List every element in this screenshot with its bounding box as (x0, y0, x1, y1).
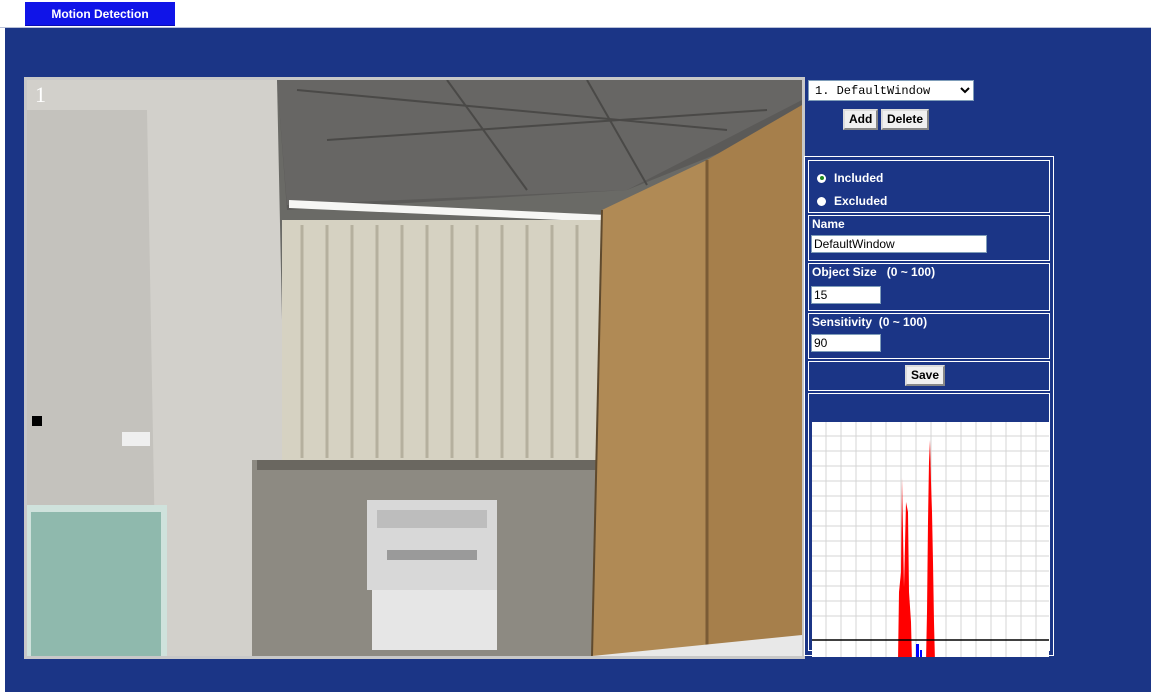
tab-motion-detection[interactable]: Motion Detection (25, 2, 175, 26)
sensitivity-cell: Sensitivity (0 ~ 100) (808, 313, 1050, 359)
excluded-label: Excluded (834, 194, 888, 208)
radio-included-icon[interactable] (817, 173, 826, 183)
object-size-label: Object Size (0 ~ 100) (812, 265, 935, 279)
sensitivity-range: (0 ~ 100) (878, 315, 928, 329)
camera-number-label: 1 (35, 82, 46, 107)
mode-cell: Included Excluded (808, 160, 1050, 213)
radio-excluded-icon[interactable] (817, 196, 826, 206)
included-label: Included (834, 171, 884, 185)
camera-image (27, 80, 802, 656)
window-select[interactable]: 1. DefaultWindow (808, 80, 974, 101)
delete-button[interactable]: Delete (881, 109, 930, 130)
resize-handle[interactable] (32, 416, 42, 426)
save-button[interactable]: Save (905, 365, 946, 386)
object-size-cell: Object Size (0 ~ 100) (808, 263, 1050, 311)
sensitivity-input[interactable] (811, 334, 881, 352)
excluded-option[interactable]: Excluded (817, 194, 887, 208)
object-size-title: Object Size (812, 265, 877, 279)
save-cell: Save (808, 361, 1050, 391)
name-input[interactable] (811, 235, 987, 253)
sensitivity-label: Sensitivity (0 ~ 100) (812, 315, 927, 329)
motion-level-graph (812, 422, 1049, 692)
main-panel: 1 1. DefaultWindow Add Delete Included E… (5, 28, 1151, 692)
motion-level-chart (812, 422, 1049, 692)
name-cell: Name (808, 215, 1050, 261)
included-option[interactable]: Included (817, 171, 883, 185)
name-label: Name (812, 217, 845, 231)
camera-video-view[interactable]: 1 (24, 77, 805, 659)
add-button[interactable]: Add (843, 109, 879, 130)
object-size-input[interactable] (811, 286, 881, 304)
object-size-range: (0 ~ 100) (886, 265, 936, 279)
sensitivity-title: Sensitivity (812, 315, 873, 329)
